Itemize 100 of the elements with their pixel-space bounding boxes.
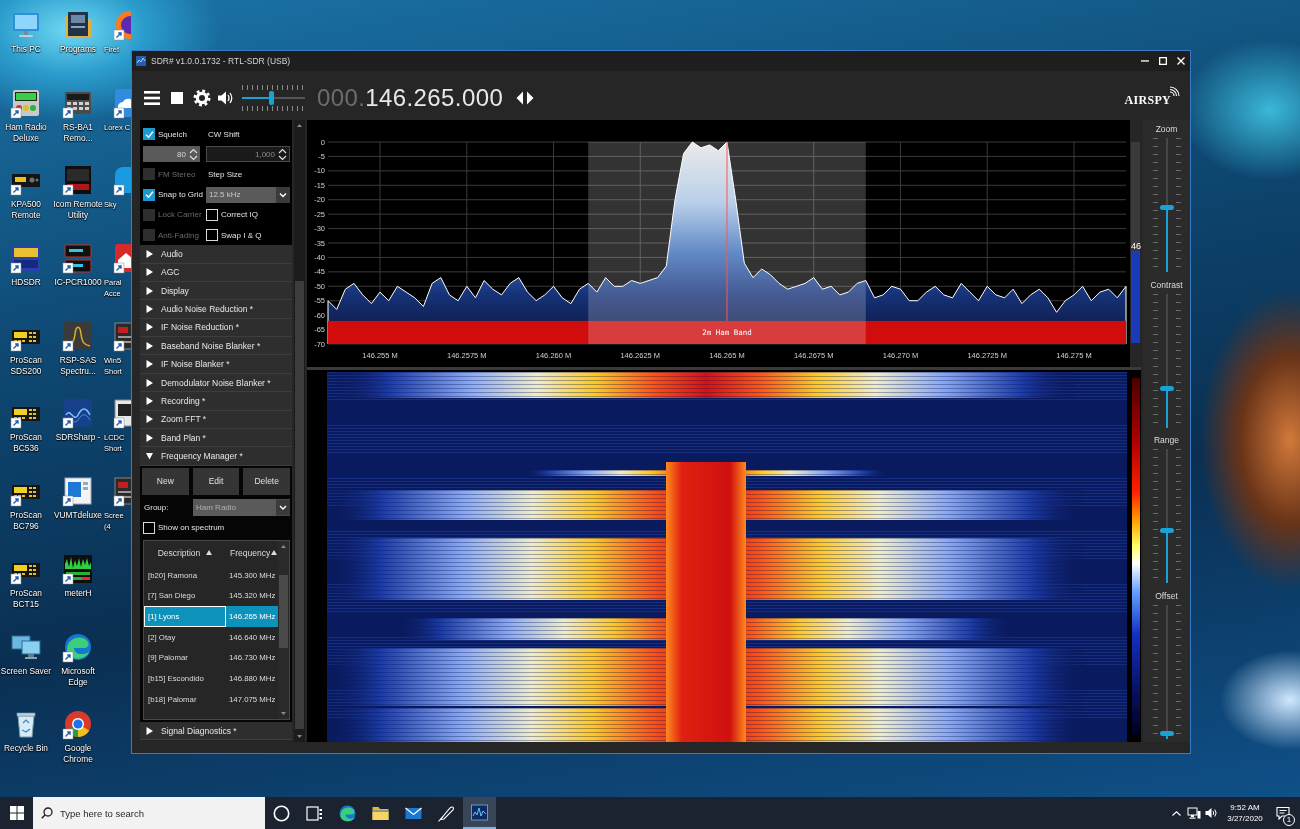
checkbox-label[interactable]: Swap I & Q [221, 230, 262, 240]
slider-thumb[interactable] [269, 91, 275, 105]
triangle-right-icon[interactable] [146, 268, 153, 277]
triangle-right-icon[interactable] [146, 341, 153, 350]
scroll-down-arrow-icon[interactable] [297, 735, 302, 738]
desktop-shortcut[interactable]: KPA500 Remote [0, 164, 52, 222]
desktop-shortcut[interactable]: ProScan BC796 [0, 475, 52, 533]
search-icon[interactable] [41, 807, 53, 819]
chevron-down-icon[interactable] [276, 186, 290, 203]
triangle-right-icon[interactable] [146, 415, 153, 424]
app-tile-icon[interactable] [62, 164, 94, 197]
sort-arrow-icon[interactable] [206, 550, 213, 556]
taskbar-button[interactable] [463, 797, 496, 829]
triangle-right-icon[interactable] [146, 360, 153, 369]
search-field[interactable]: Type here to search [33, 797, 265, 829]
feather-icon[interactable] [438, 804, 455, 822]
circle-icon[interactable] [273, 804, 290, 822]
desktop-shortcut[interactable]: ProScan BCT15 [0, 552, 52, 610]
desktop-shortcut[interactable]: ProScan SDS200 [0, 319, 52, 377]
folder-icon[interactable] [372, 804, 389, 822]
app-window-icon[interactable] [471, 803, 488, 821]
scroll-up-arrow-icon[interactable] [281, 544, 286, 548]
speaker-icon[interactable] [1205, 807, 1218, 819]
speaker-icon[interactable] [217, 90, 234, 106]
desktop-shortcut[interactable]: SDRSharp - [52, 397, 104, 444]
app-tile-icon[interactable] [113, 475, 131, 508]
frequency-display[interactable]: 000.146.265.000 [317, 84, 504, 112]
number-field[interactable]: 80 [143, 146, 200, 163]
checkbox-label[interactable]: Correct IQ [221, 210, 258, 220]
desktop-shortcut[interactable]: VUMTdeluxe [52, 475, 104, 522]
desktop-shortcut[interactable]: RSP-SAS Spectru... [52, 319, 104, 377]
app-tile-icon[interactable] [10, 242, 42, 275]
slider-thumb[interactable] [1159, 386, 1174, 392]
column-header[interactable]: Frequency [226, 540, 278, 565]
triangle-right-icon[interactable] [146, 378, 153, 387]
desktop-shortcut[interactable]: Ham Radio Deluxe [0, 86, 52, 144]
desktop-shortcut[interactable]: meterH [52, 552, 104, 599]
slider-thumb[interactable] [1159, 205, 1174, 211]
triangle-right-icon[interactable] [146, 726, 153, 735]
checkbox-label[interactable]: Show on spectrum [158, 523, 225, 533]
round-logo-icon[interactable] [62, 708, 94, 741]
swirl-icon[interactable] [339, 804, 356, 822]
maximize-icon[interactable] [1159, 57, 1167, 65]
slider-thumb[interactable] [1159, 527, 1174, 533]
section-header[interactable]: Recording * [140, 392, 292, 411]
scrollbar[interactable] [278, 540, 289, 719]
section-header[interactable]: Frequency Manager * [140, 447, 292, 466]
action-button[interactable]: New [142, 467, 189, 495]
scroll-up-arrow-icon[interactable] [297, 124, 302, 127]
triangle-right-icon[interactable] [146, 305, 153, 313]
app-tile-icon[interactable] [113, 164, 131, 197]
desktop-shortcut[interactable]: Microsoft Edge [52, 630, 104, 688]
chevron-up-icon[interactable] [1172, 810, 1181, 816]
radio-stack-icon[interactable] [62, 242, 94, 275]
app-tile-icon[interactable] [113, 319, 131, 352]
desktop-shortcut[interactable]: RS-BA1 Remo... [52, 86, 104, 144]
house-icon[interactable] [113, 242, 131, 275]
clock-time[interactable]: 9:52 AM [1230, 802, 1260, 813]
notification-icon[interactable] [1276, 806, 1290, 820]
column-header[interactable]: Description [144, 540, 226, 565]
level-meter-icon[interactable] [62, 552, 94, 585]
round-logo-icon[interactable] [113, 9, 131, 41]
action-button[interactable]: Delete [243, 467, 290, 495]
cloud-icon[interactable] [113, 86, 131, 119]
checkbox-label[interactable]: Squelch [158, 129, 187, 139]
section-header[interactable]: Audio Noise Reduction * [140, 300, 292, 319]
section-header[interactable]: IF Noise Blanker * [140, 355, 292, 374]
slider-thumb[interactable] [1159, 730, 1174, 736]
desktop-shortcut[interactable]: Google Chrome [52, 708, 104, 766]
checkbox-label[interactable]: Snap to Grid [158, 190, 203, 200]
action-button[interactable]: Edit [192, 467, 240, 495]
clock-date[interactable]: 3/27/2020 [1227, 813, 1263, 824]
triangle-right-icon[interactable] [146, 286, 153, 295]
display-icon[interactable] [113, 397, 131, 430]
desktop-shortcut[interactable]: Icom Remote Utility [52, 164, 104, 222]
section-header[interactable]: Band Plan * [140, 429, 292, 448]
window-icon[interactable] [62, 475, 94, 508]
desktop-shortcut[interactable]: ProScan BC536 [0, 397, 52, 455]
close-icon[interactable] [1177, 57, 1185, 65]
sort-arrow-icon[interactable] [271, 550, 278, 556]
peak-graph-icon[interactable] [62, 319, 94, 352]
section-header[interactable]: Audio [140, 245, 292, 264]
start-icon[interactable] [9, 806, 24, 820]
triangle-right-icon[interactable] [146, 249, 153, 258]
desktop-shortcut[interactable]: HDSDR [0, 242, 52, 289]
triangle-down-icon[interactable] [146, 452, 153, 461]
scrollbar-thumb[interactable] [279, 574, 288, 648]
menu-icon[interactable] [144, 91, 160, 105]
left-right-arrows-icon[interactable] [516, 91, 535, 105]
network-icon[interactable] [1187, 807, 1201, 819]
triangle-right-icon[interactable] [146, 323, 153, 332]
triangle-right-icon[interactable] [146, 433, 153, 442]
desktop-shortcut[interactable]: IC-PCR1000 [52, 242, 104, 289]
wave-icon[interactable] [62, 397, 94, 430]
scroll-down-arrow-icon[interactable] [281, 711, 286, 715]
chevron-down-icon[interactable] [276, 498, 290, 516]
settings-icon[interactable] [193, 89, 211, 107]
triangle-right-icon[interactable] [146, 396, 153, 405]
desktop-shortcut[interactable]: Screen Saver [0, 630, 52, 677]
scrollbar[interactable] [294, 120, 305, 742]
